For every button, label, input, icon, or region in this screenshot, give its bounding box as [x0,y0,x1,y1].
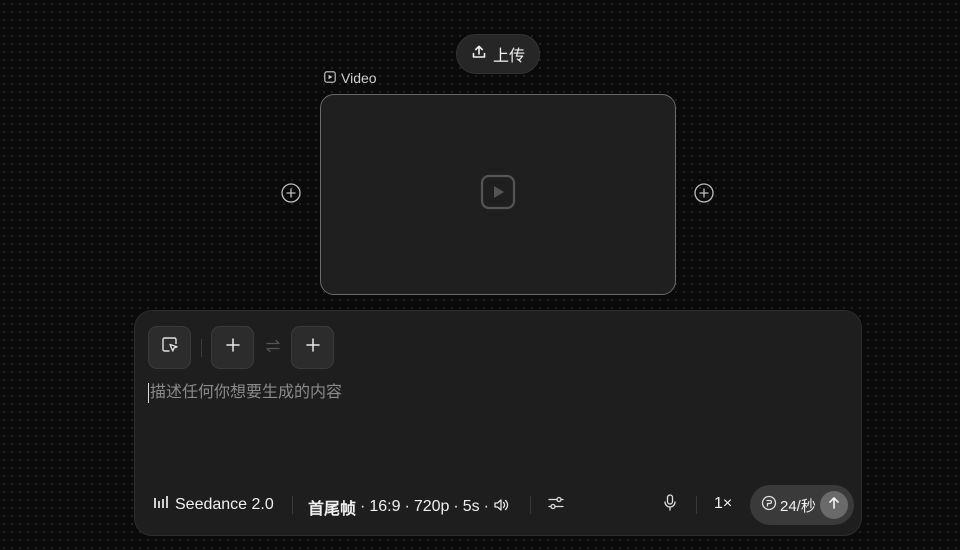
bar-divider [292,496,293,514]
voice-input-button[interactable] [662,494,678,516]
separator: · [453,498,459,515]
batch-multiplier[interactable]: 1× [714,495,732,513]
arrow-up-icon [827,496,841,514]
separator: · [404,498,410,515]
add-circle-icon [280,182,302,209]
prompt-composer: 描述任何你想要生成的内容 Seedance 2.0 首尾帧 · 16:9 · 7… [134,310,862,536]
mode-label: 首尾帧 [308,501,357,518]
swap-frames-button[interactable] [265,339,281,358]
bars-icon [153,495,169,514]
credit-icon [761,495,777,515]
prompt-input[interactable]: 描述任何你想要生成的内容 [148,383,840,403]
select-tool-button[interactable] [148,326,191,369]
plus-icon [225,337,241,358]
speaker-icon [493,498,509,517]
credits-pill: 24/秒 [750,485,854,525]
model-name: Seedance 2.0 [175,495,274,513]
add-before-button[interactable] [280,182,302,209]
generation-settings[interactable]: 首尾帧 · 16:9 · 720p · 5s · [308,495,509,519]
upload-button[interactable]: 上传 [456,34,540,74]
advanced-settings-button[interactable] [547,496,565,515]
toolbar-divider [201,339,202,357]
cursor-select-icon [161,336,179,359]
play-placeholder-icon [480,174,516,215]
credits-text: 24/秒 [780,497,816,515]
upload-label: 上传 [492,48,525,65]
video-label-text: Video [341,70,377,86]
add-after-button[interactable] [693,182,715,209]
bar-divider [696,496,697,514]
play-icon [324,70,336,86]
video-slot-card[interactable] [320,94,676,295]
sliders-icon [548,496,564,515]
add-first-frame-button[interactable] [211,326,254,369]
swap-icon [265,339,281,358]
model-selector[interactable]: Seedance 2.0 [153,495,274,514]
video-slot-label: Video [324,70,377,86]
add-last-frame-button[interactable] [291,326,334,369]
separator: · [360,498,366,515]
add-circle-icon [693,182,715,209]
separator: · [483,498,489,515]
plus-icon [305,337,321,358]
bar-divider [530,496,531,514]
ratio-label: 16:9 [369,498,401,515]
mic-icon [663,494,677,516]
prompt-placeholder: 描述任何你想要生成的内容 [150,384,343,401]
composer-bottom-bar: Seedance 2.0 首尾帧 · 16:9 · 720p · 5s · 1×… [135,485,861,525]
send-button[interactable] [820,491,848,519]
upload-icon [471,44,487,65]
duration-label: 5s [462,498,480,515]
resolution-label: 720p [413,498,450,515]
